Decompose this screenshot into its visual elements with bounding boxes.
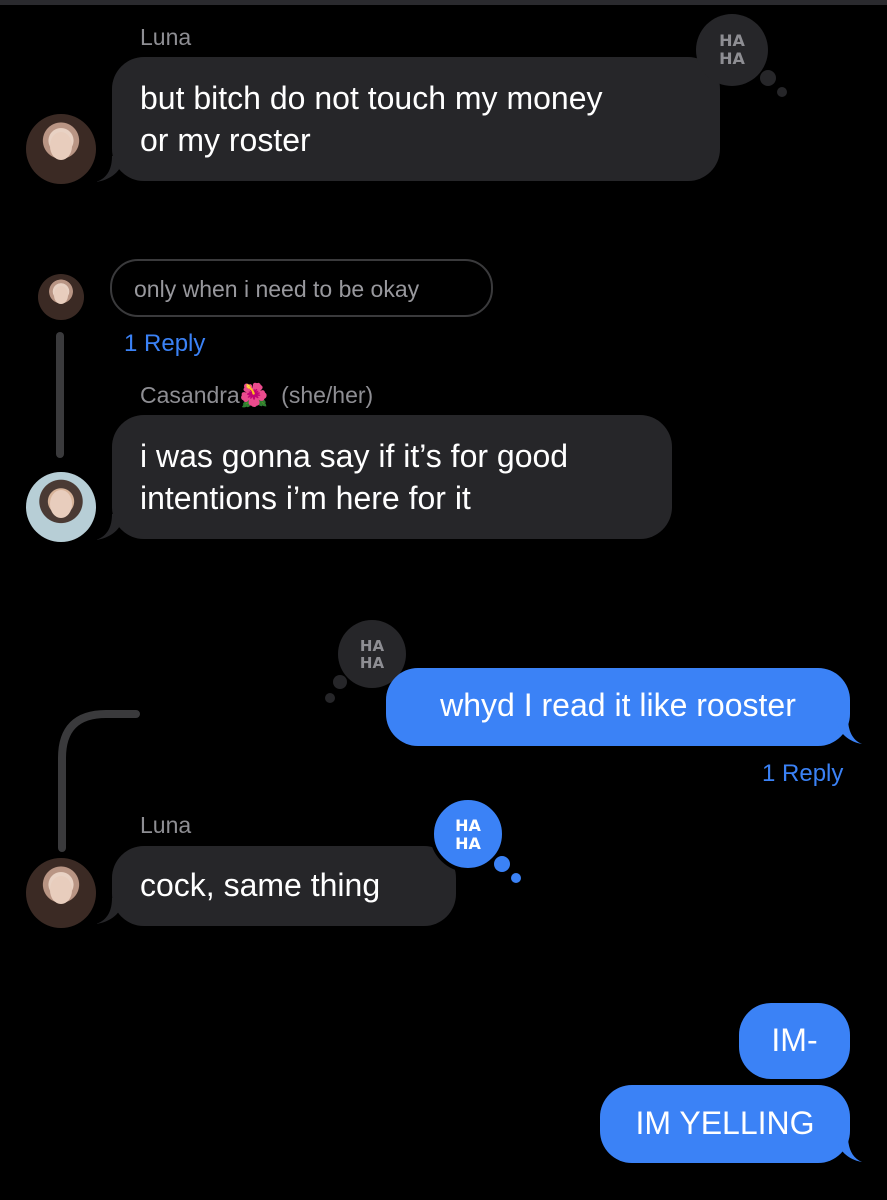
top-edge: [0, 0, 887, 5]
pronouns: (she/her): [281, 382, 374, 408]
message-bubble-sent[interactable]: IM YELLING: [600, 1085, 850, 1163]
message-text-line: or my roster: [140, 122, 311, 158]
sender-name-text: Casandra: [140, 382, 240, 408]
avatar-small: [38, 274, 84, 320]
svg-text:HA: HA: [719, 49, 745, 68]
svg-text:HA: HA: [360, 654, 385, 672]
thread-line: [56, 332, 64, 458]
message-bubble[interactable]: cock, same thing: [112, 846, 456, 926]
reply-count-link[interactable]: 1 Reply: [124, 330, 205, 358]
svg-text:HA: HA: [455, 834, 481, 853]
reply-preview[interactable]: only when i need to be okay: [110, 259, 493, 317]
thread-connector: [58, 710, 140, 852]
sender-name: Casandra🌺 (she/her): [140, 382, 373, 409]
message-text-line: but bitch do not touch my money: [140, 80, 603, 116]
haha-icon[interactable]: HA HA: [692, 12, 792, 102]
avatar-luna[interactable]: [26, 858, 96, 928]
message-bubble-sent[interactable]: IM-: [739, 1003, 850, 1079]
avatar-luna[interactable]: [26, 114, 96, 184]
bubble-tail: [836, 1136, 862, 1162]
message-text-line: intentions i’m here for it: [140, 480, 471, 516]
haha-icon[interactable]: HA HA: [424, 796, 524, 888]
reply-count-link[interactable]: 1 Reply: [762, 760, 843, 788]
message-text-line: i was gonna say if it’s for good: [140, 438, 569, 474]
message-bubble-sent[interactable]: whyd I read it like rooster: [386, 668, 850, 746]
sender-name: Luna: [140, 812, 192, 838]
bubble-tail: [836, 718, 862, 744]
svg-text:HA: HA: [455, 816, 481, 835]
message-bubble[interactable]: i was gonna say if it’s for good intenti…: [112, 415, 672, 539]
svg-text:HA: HA: [360, 637, 385, 655]
message-bubble[interactable]: but bitch do not touch my money or my ro…: [112, 57, 720, 181]
flower-icon: 🌺: [239, 382, 269, 408]
sender-name: Luna: [140, 24, 192, 50]
avatar-casandra[interactable]: [26, 472, 96, 542]
svg-text:HA: HA: [719, 31, 745, 50]
